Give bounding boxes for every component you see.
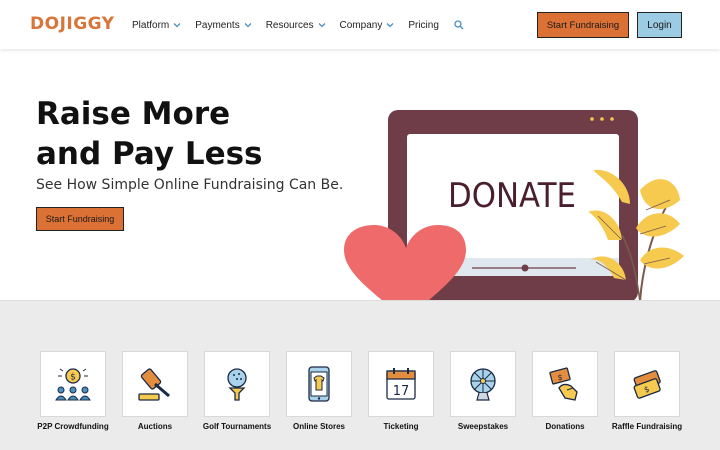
category-strip: $ P2P Crowdfunding Auctions Golf Tournam… bbox=[0, 300, 720, 450]
nav-platform-label: Platform bbox=[132, 19, 170, 31]
nav-company-label: Company bbox=[339, 19, 383, 31]
golf-ball-icon bbox=[227, 368, 247, 401]
category-label-donations: Donations bbox=[545, 422, 585, 431]
category-card-raffle[interactable]: $ bbox=[614, 351, 680, 417]
search-icon[interactable] bbox=[454, 20, 464, 30]
category-label-ticketing: Ticketing bbox=[383, 422, 419, 431]
hero-start-fundraising-button[interactable]: Start Fundraising bbox=[36, 207, 124, 231]
svg-text:$: $ bbox=[70, 373, 76, 383]
donate-screen-text: DONATE bbox=[448, 176, 576, 216]
main-nav: Platform Payments Resources Company Pric… bbox=[132, 17, 464, 33]
start-fundraising-button[interactable]: Start Fundraising bbox=[537, 12, 629, 38]
svg-text:17: 17 bbox=[393, 384, 410, 399]
dojiggy-logo[interactable]: DOJIGGY bbox=[30, 14, 115, 34]
category-card-p2p[interactable]: $ bbox=[40, 351, 106, 417]
nav-resources[interactable]: Resources bbox=[266, 20, 326, 31]
donation-hand-icon: $ bbox=[549, 367, 578, 401]
chevron-down-icon bbox=[318, 23, 325, 28]
chevron-down-icon bbox=[386, 23, 394, 28]
donate-illustration: DONATE bbox=[344, 110, 684, 300]
hero-subtitle: See How Simple Online Fundraising Can Be… bbox=[36, 177, 344, 193]
category-card-donations[interactable]: $ bbox=[532, 351, 598, 417]
hero-title-line-1: Raise More bbox=[36, 96, 231, 132]
nav-company[interactable]: Company bbox=[340, 20, 395, 31]
nav-pricing-label: Pricing bbox=[408, 19, 439, 31]
category-label-sweepstakes: Sweepstakes bbox=[457, 422, 509, 431]
chevron-down-icon bbox=[244, 23, 252, 28]
category-label-stores: Online Stores bbox=[292, 422, 345, 431]
calendar-icon: 17 bbox=[386, 368, 416, 400]
category-card-golf[interactable] bbox=[204, 351, 270, 417]
gavel-icon bbox=[138, 368, 170, 401]
site-header: DOJIGGY Platform Payments Resources Comp… bbox=[0, 0, 720, 49]
nav-pricing[interactable]: Pricing bbox=[408, 20, 439, 31]
hero-title-line-2: and Pay Less bbox=[36, 136, 263, 172]
category-label-raffle: Raffle Fundraising bbox=[611, 422, 683, 431]
chevron-down-icon bbox=[173, 23, 181, 28]
nav-payments[interactable]: Payments bbox=[195, 19, 252, 31]
category-label-auctions: Auctions bbox=[137, 422, 173, 431]
nav-payments-label: Payments bbox=[195, 19, 240, 31]
nav-platform[interactable]: Platform bbox=[132, 20, 181, 31]
raffle-ticket-icon: $ bbox=[633, 370, 661, 399]
category-card-ticketing[interactable]: 17 bbox=[368, 351, 434, 417]
crowdfunding-icon: $ bbox=[55, 368, 91, 401]
login-button[interactable]: Login bbox=[637, 12, 682, 38]
hero-title: Raise More and Pay Less bbox=[36, 94, 336, 174]
category-label-golf: Golf Tournaments bbox=[202, 422, 272, 431]
category-card-auctions[interactable] bbox=[122, 351, 188, 417]
category-card-sweepstakes[interactable] bbox=[450, 351, 516, 417]
nav-resources-label: Resources bbox=[265, 19, 314, 31]
category-label-p2p: P2P Crowdfunding bbox=[37, 422, 109, 431]
online-store-icon bbox=[308, 366, 330, 402]
category-card-stores[interactable] bbox=[286, 351, 352, 417]
prize-wheel-icon bbox=[470, 368, 496, 401]
svg-text:$: $ bbox=[557, 373, 562, 382]
